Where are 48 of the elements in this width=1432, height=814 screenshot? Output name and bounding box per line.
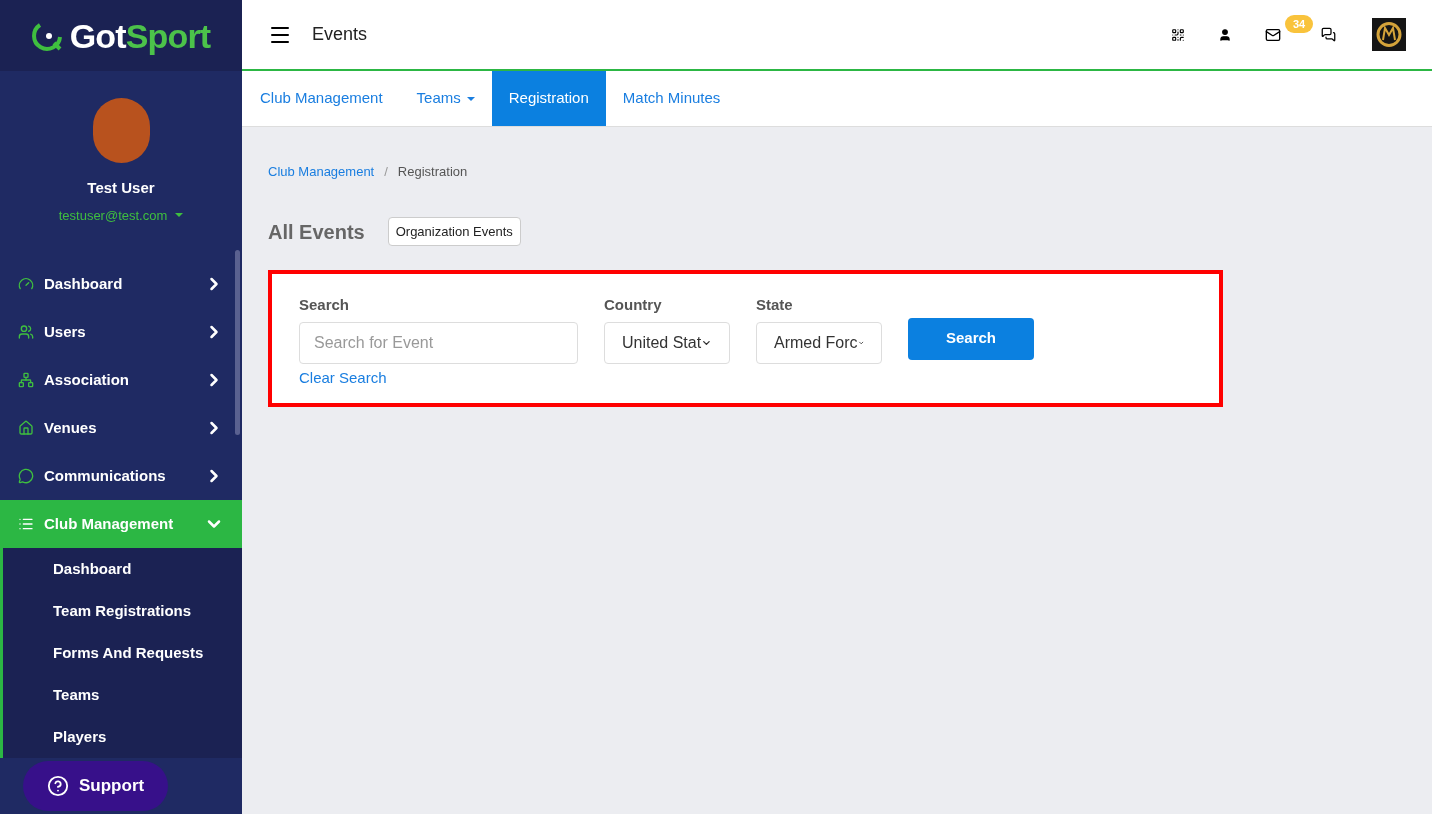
users-icon <box>18 324 34 340</box>
gauge-icon <box>18 276 34 292</box>
breadcrumb-link[interactable]: Club Management <box>268 162 375 182</box>
page-title: All Events <box>268 219 365 245</box>
submenu-item[interactable]: Players <box>3 716 242 758</box>
chat-icon[interactable] <box>1321 27 1336 42</box>
submenu-item[interactable]: Teams <box>3 674 242 716</box>
field-label: Country <box>604 294 663 315</box>
sidebar-item[interactable]: Dashboard <box>0 260 242 308</box>
sidebar-item[interactable]: Venues <box>0 404 242 452</box>
list-icon <box>18 516 34 532</box>
tab[interactable]: Registration <box>491 71 606 126</box>
notification-badge: 34 <box>1285 14 1314 33</box>
organization-logo-icon[interactable] <box>1372 18 1406 51</box>
sidebar-item[interactable]: Users <box>0 308 242 356</box>
user-email-dropdown[interactable]: testuser@test.com <box>58 205 184 225</box>
support-button[interactable]: Support <box>23 761 169 811</box>
qr-code-icon[interactable] <box>1171 27 1185 42</box>
tab[interactable]: Teams <box>399 71 492 126</box>
search-button[interactable]: Search <box>908 317 1034 360</box>
tab[interactable]: Match Minutes <box>605 71 738 126</box>
page-header-title: Events <box>312 23 368 46</box>
clear-search-link[interactable]: Clear Search <box>299 367 387 390</box>
mail-icon[interactable] <box>1265 26 1281 43</box>
house-icon <box>18 420 34 436</box>
logo: GotSport <box>0 0 242 71</box>
country-select[interactable]: United Stat <box>604 322 730 364</box>
help-icon <box>47 775 69 797</box>
avatar <box>92 98 150 163</box>
submenu-item[interactable]: Dashboard <box>3 548 242 590</box>
tab[interactable]: Club Management <box>243 71 400 126</box>
sidebar-item[interactable]: Communications <box>0 452 242 500</box>
submenu-item[interactable]: Forms And Requests <box>3 632 242 674</box>
field-label: State <box>756 294 794 315</box>
user-name: Test User <box>87 178 155 198</box>
chat-bubble-icon <box>18 468 34 484</box>
state-select[interactable]: Armed Forc <box>756 322 882 364</box>
breadcrumb-separator: / <box>384 163 388 181</box>
sidebar-item[interactable]: Association <box>0 356 242 404</box>
search-input[interactable]: Search for Event <box>299 322 578 364</box>
breadcrumb-current: Registration <box>397 163 468 181</box>
submenu-item[interactable]: Team Registrations <box>3 590 242 632</box>
caret-icon <box>466 96 475 101</box>
field-label: Search <box>299 294 351 315</box>
organization-events-button[interactable]: Organization Events <box>387 216 521 247</box>
hierarchy-icon <box>18 372 34 388</box>
caret-icon <box>175 213 184 218</box>
user-icon[interactable] <box>1218 27 1232 42</box>
